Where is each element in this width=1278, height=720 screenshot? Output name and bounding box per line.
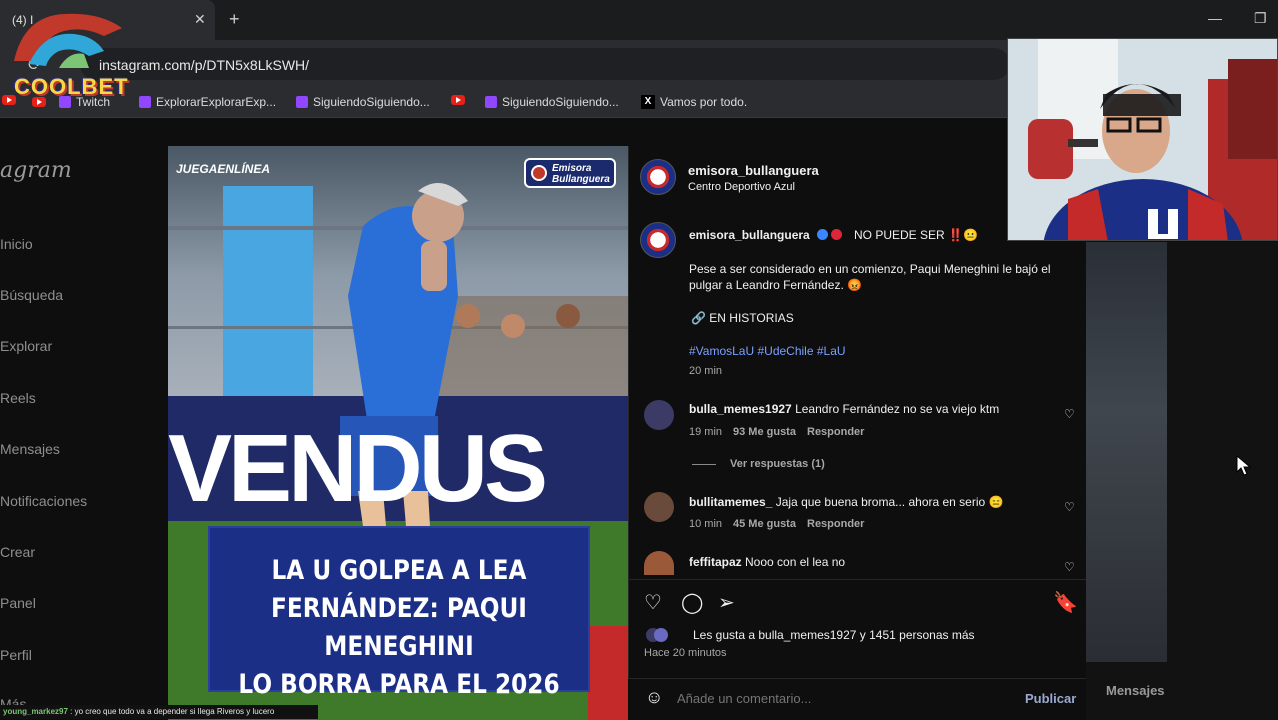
headline-line-1: LA U GOLPEA A LEA	[271, 555, 527, 586]
comment-avatar[interactable]	[644, 492, 674, 522]
caption-headline: NO PUEDE SER ‼️😐	[854, 228, 978, 242]
chat-username: young_markez97	[3, 707, 68, 716]
comment-2: bullitamemes_ Jaja que buena broma... ah…	[689, 495, 1003, 509]
comment-icon[interactable]: ◯	[681, 590, 703, 615]
sidebar-item-inicio[interactable]: Inicio	[0, 236, 33, 252]
actions-divider	[628, 579, 1086, 580]
comment-username[interactable]: feffitapaz	[689, 555, 742, 569]
posted-time: Hace 20 minutos	[644, 647, 727, 659]
comment-text: Jaja que buena broma... ahora en serio 😑	[775, 495, 1004, 509]
bookmark-siguiendo-1[interactable]: SiguiendoSiguiendo...	[296, 95, 430, 109]
save-icon[interactable]: 🔖	[1053, 590, 1078, 615]
coolbet-logo-text: COOLBET	[14, 74, 129, 99]
bookmark-x[interactable]: X Vamos por todo.	[641, 95, 747, 109]
sponsor-banner-text: VENDUS	[168, 415, 548, 522]
instagram-logo[interactable]: agram	[0, 158, 72, 183]
post-headline: LA U GOLPEA A LEA FERNÁNDEZ: PAQUI MENEG…	[208, 526, 590, 700]
juega-en-linea-label: JUEGAENLÍNEA	[176, 162, 271, 176]
bookmark-label: ExplorarExplorarExp...	[156, 95, 277, 109]
comment-reply-button[interactable]: Responder	[807, 518, 864, 530]
close-tab-icon[interactable]: ✕	[194, 11, 206, 28]
restore-icon[interactable]: ❐	[1254, 10, 1267, 27]
likes-summary[interactable]: Les gusta a bulla_memes1927 y 1451 perso…	[693, 628, 975, 642]
comment-text: Nooo con el lea no	[745, 555, 846, 569]
stream-chat-message: young_markez97 : yo creo que todo va a d…	[0, 705, 318, 719]
minimize-icon[interactable]: —	[1208, 10, 1222, 26]
publish-button[interactable]: Publicar	[1025, 691, 1076, 706]
comment-input[interactable]	[677, 689, 997, 707]
like-icon[interactable]: ♡	[644, 590, 662, 615]
new-tab-icon[interactable]: +	[229, 9, 240, 30]
emoji-icon[interactable]: ☺	[645, 687, 663, 708]
bookmark-label: Vamos por todo.	[660, 95, 748, 109]
headline-line-2: FERNÁNDEZ: PAQUI MENEGHINI	[271, 593, 527, 662]
comment-avatar[interactable]	[644, 400, 674, 430]
sidebar-item-explorar[interactable]: Explorar	[0, 338, 52, 354]
replies-divider	[692, 464, 716, 465]
bookmark-label: SiguiendoSiguiendo...	[502, 95, 619, 109]
sidebar-item-busqueda[interactable]: Búsqueda	[0, 287, 63, 303]
messages-button[interactable]: Mensajes	[1106, 683, 1165, 698]
chat-text: : yo creo que todo va a depender si lleg…	[70, 707, 275, 716]
x-icon: X	[641, 95, 655, 109]
emisora-logo-icon	[531, 165, 547, 181]
comment-username[interactable]: bulla_memes1927	[689, 402, 792, 416]
comment-avatar[interactable]	[644, 551, 674, 575]
comment-like-icon[interactable]: ♡	[1064, 407, 1075, 421]
share-icon[interactable]: ➢	[718, 590, 735, 615]
post-location[interactable]: Centro Deportivo Azul	[688, 181, 795, 193]
twitch-icon	[296, 96, 308, 108]
bookmark-youtube-2[interactable]	[451, 95, 465, 105]
headline-line-3: LO BORRA PARA EL 2026	[238, 669, 560, 700]
twitch-icon	[139, 96, 151, 108]
sidebar-item-perfil[interactable]: Perfil	[0, 647, 32, 663]
bookmark-label: SiguiendoSiguiendo...	[313, 95, 430, 109]
bookmark-explorar[interactable]: ExplorarExplorarExp...	[139, 95, 276, 109]
comment-text: Leandro Fernández no se va viejo ktm	[795, 402, 1000, 416]
comment-3: feffitapaz Nooo con el lea no	[689, 555, 845, 569]
emisora-badge-text: Emisora Bullanguera	[552, 163, 610, 185]
comment-likes[interactable]: 45 Me gusta	[733, 518, 796, 530]
caption-hashtags[interactable]: #VamosLaU #UdeChile #LaU	[689, 344, 846, 358]
mouse-cursor-icon	[1236, 455, 1252, 476]
streamer-webcam	[1007, 38, 1278, 241]
emisora-badge: Emisora Bullanguera	[524, 158, 616, 188]
sidebar-item-reels[interactable]: Reels	[0, 390, 36, 406]
sidebar-item-notificaciones[interactable]: Notificaciones	[0, 493, 87, 509]
logo-graphic	[14, 13, 122, 68]
comment-likes[interactable]: 93 Me gusta	[733, 426, 796, 438]
sidebar-item-mensajes[interactable]: Mensajes	[0, 441, 60, 457]
caption-link[interactable]: 🔗 EN HISTORIAS	[691, 311, 794, 325]
view-replies-button[interactable]: Ver respuestas (1)	[730, 458, 825, 470]
comment-time: 10 min	[689, 518, 723, 530]
caption-link-text: EN HISTORIAS	[709, 311, 794, 325]
sidebar-item-panel[interactable]: Panel	[0, 595, 36, 611]
instagram-sidebar	[0, 118, 168, 720]
caption-body: Pese a ser considerado en un comienzo, P…	[689, 262, 1051, 292]
comment-reply-button[interactable]: Responder	[807, 426, 864, 438]
caption-username[interactable]: emisora_bullanguera	[689, 228, 810, 242]
caption-time: 20 min	[689, 365, 723, 377]
background-post-preview	[1086, 242, 1167, 662]
likes-avatars	[646, 628, 668, 645]
caption-icons	[817, 228, 843, 242]
screen: (4) I ✕ + — ❐ ⟳ instagram.com/p/DTN5x8Lk…	[0, 0, 1278, 720]
comment-like-icon[interactable]: ♡	[1064, 500, 1075, 514]
author-avatar[interactable]	[640, 159, 676, 195]
comment-1: bulla_memes1927 Leandro Fernández no se …	[689, 402, 999, 416]
comment-username[interactable]: bullitamemes_	[689, 495, 772, 509]
comment-like-icon[interactable]: ♡	[1064, 560, 1075, 574]
twitch-icon	[485, 96, 497, 108]
coolbet-logo: COOLBET	[4, 6, 134, 99]
caption-avatar[interactable]	[640, 222, 676, 258]
youtube-icon	[451, 95, 465, 105]
webcam-feed	[1008, 39, 1277, 240]
sidebar-item-crear[interactable]: Crear	[0, 544, 35, 560]
comment-time: 19 min	[689, 426, 723, 438]
link-icon: 🔗	[691, 311, 706, 325]
author-username[interactable]: emisora_bullanguera	[688, 163, 819, 178]
bookmark-siguiendo-2[interactable]: SiguiendoSiguiendo...	[485, 95, 619, 109]
post-image[interactable]: JUEGAENLÍNEA Emisora Bullanguera VENDUS …	[168, 146, 628, 720]
